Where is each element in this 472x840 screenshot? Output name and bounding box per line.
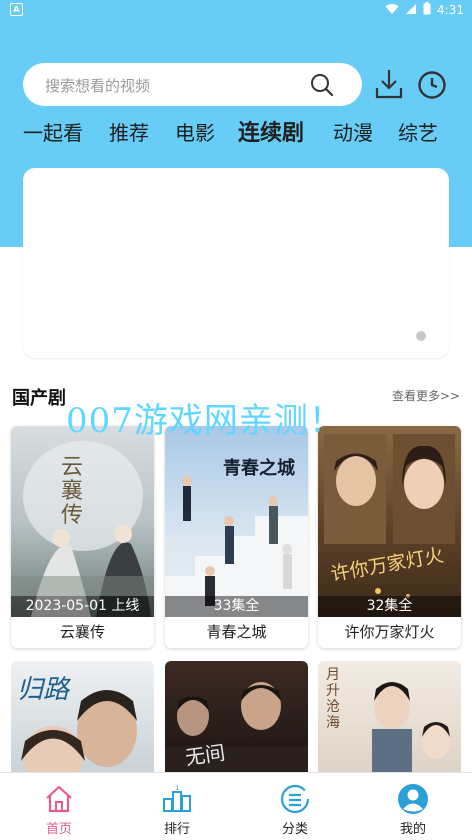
drama-card[interactable]: 云襄传 2023-05-01 上线 云襄传	[11, 426, 154, 648]
card-badge: 2023-05-01 上线	[11, 596, 154, 617]
status-time: 4:31	[437, 3, 464, 17]
poster-title-text: 云襄传	[61, 455, 84, 528]
card-title: 青春之城	[206, 623, 267, 641]
poster-title-text: 无间	[183, 740, 227, 770]
search-icon[interactable]	[310, 73, 334, 101]
nav-category[interactable]: 分类	[255, 773, 335, 840]
poster-image: 归路	[11, 661, 154, 774]
poster-image: 青春之城	[165, 426, 308, 617]
download-icon[interactable]	[375, 68, 403, 104]
svg-text:1: 1	[176, 785, 180, 792]
home-icon	[46, 785, 72, 813]
poster-image: 无间	[165, 661, 308, 774]
nav-label: 分类	[281, 822, 308, 837]
status-bar: A 4:31	[0, 0, 472, 22]
history-clock-icon[interactable]	[417, 70, 447, 104]
battery-icon	[423, 2, 431, 18]
banner-carousel[interactable]	[23, 168, 449, 358]
nav-label: 首页	[45, 822, 72, 837]
bottom-navigation: 首页 1 排行 分类 我的	[0, 772, 472, 840]
status-indicator: A	[10, 3, 23, 16]
watermark-text: 007游戏网亲测！	[66, 401, 344, 441]
drama-card[interactable]: 月升沧海	[318, 661, 461, 774]
card-badge: 33集全	[165, 596, 308, 617]
category-icon	[280, 784, 310, 814]
carousel-indicator-dot	[416, 331, 426, 341]
search-bar[interactable]: 搜索想看的视频	[23, 63, 362, 106]
signal-icon	[405, 3, 417, 18]
card-title: 许你万家灯火	[344, 623, 435, 641]
poster-title-text: 归路	[17, 675, 70, 705]
tab-together[interactable]: 一起看	[23, 117, 83, 146]
see-more-link[interactable]: 查看更多>>	[392, 387, 460, 404]
tab-variety[interactable]: 综艺	[398, 117, 438, 146]
card-title: 云襄传	[59, 623, 105, 641]
section-title: 国产剧	[12, 388, 66, 409]
drama-card[interactable]: 无间	[165, 661, 308, 774]
nav-label: 我的	[399, 822, 426, 837]
tab-recommend[interactable]: 推荐	[109, 117, 149, 146]
nav-label: 排行	[163, 822, 190, 837]
drama-card[interactable]: 许你万家灯火 32集全 许你万家灯火	[318, 426, 461, 648]
tab-anime[interactable]: 动漫	[333, 117, 373, 146]
card-badge: 32集全	[318, 596, 461, 617]
poster-title-text: 青春之城	[223, 458, 295, 479]
search-input[interactable]: 搜索想看的视频	[45, 75, 150, 96]
wifi-icon	[385, 3, 399, 18]
profile-icon	[398, 784, 428, 814]
nav-ranking[interactable]: 1 排行	[137, 773, 217, 840]
nav-home[interactable]: 首页	[19, 773, 99, 840]
poster-image: 月升沧海	[318, 661, 461, 774]
tab-movies[interactable]: 电影	[175, 117, 215, 146]
drama-card[interactable]: 青春之城 33集全 青春之城	[165, 426, 308, 648]
tab-series[interactable]: 连续剧	[238, 115, 304, 147]
nav-profile[interactable]: 我的	[373, 773, 453, 840]
poster-image: 许你万家灯火	[318, 426, 461, 617]
poster-title-text: 月升沧海	[326, 667, 340, 731]
drama-card[interactable]: 归路	[11, 661, 154, 774]
ranking-icon: 1	[163, 785, 191, 812]
category-tabs: 一起看 推荐 电影 连续剧 动漫 综艺	[23, 117, 463, 149]
poster-image: 云襄传	[11, 426, 154, 617]
